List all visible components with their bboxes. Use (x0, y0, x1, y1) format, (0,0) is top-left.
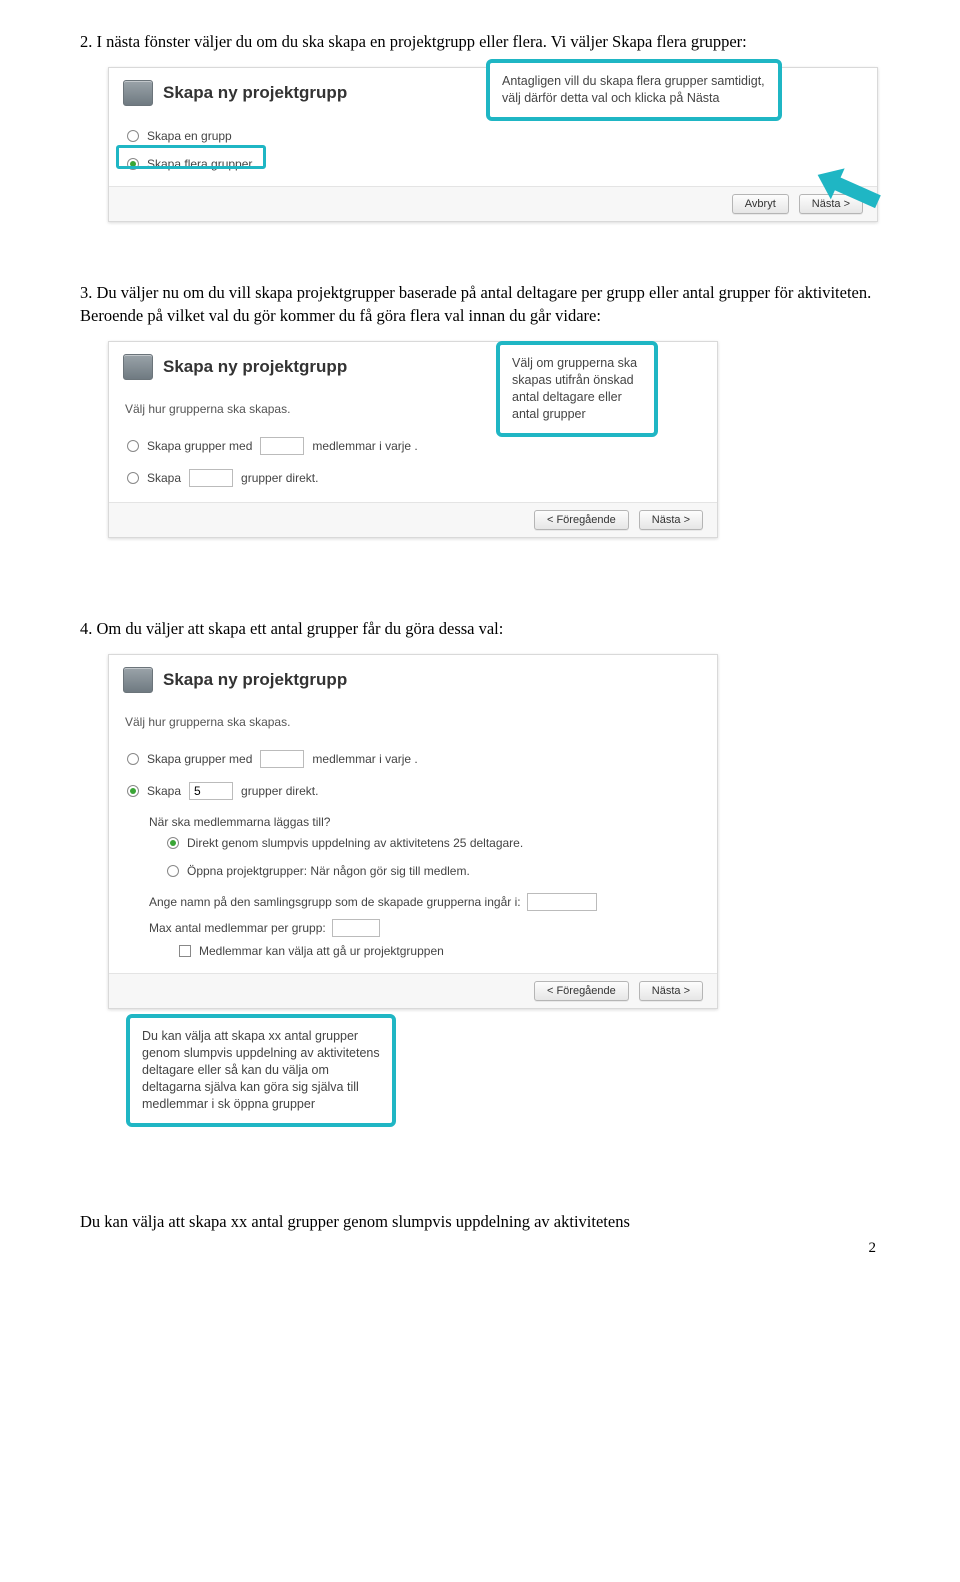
option-label: Medlemmar kan välja att gå ur projektgru… (199, 944, 444, 958)
option-members-per-group[interactable]: Skapa grupper med medlemmar i varje . (123, 743, 703, 775)
label-part: grupper direkt. (241, 784, 318, 798)
callout: Välj om grupperna ska skapas utifrån öns… (496, 341, 658, 437)
prev-button[interactable]: < Föregående (534, 981, 629, 1001)
paragraph-text: Du kan välja att skapa xx antal grupper … (80, 1212, 630, 1231)
cancel-button[interactable]: Avbryt (732, 194, 789, 214)
option-label: Direkt genom slumpvis uppdelning av akti… (187, 836, 523, 850)
projectgroup-icon (123, 667, 153, 693)
screenshot-2: Skapa ny projektgrupp Välj hur grupperna… (108, 341, 880, 581)
button-bar: Avbryt Nästa > (109, 186, 877, 221)
label-part: Skapa grupper med (147, 439, 252, 453)
panel-title: Skapa ny projektgrupp (163, 670, 347, 690)
collection-name-label: Ange namn på den samlingsgrupp som de sk… (123, 893, 703, 911)
when-question: När ska medlemmarna läggas till? (123, 815, 703, 829)
collection-name-input[interactable] (527, 893, 597, 911)
label-part: medlemmar i varje . (312, 752, 417, 766)
option-open-groups[interactable]: Öppna projektgrupper: När någon gör sig … (123, 857, 703, 885)
members-input[interactable] (260, 437, 304, 455)
option-groups-direct[interactable]: Skapa grupper direkt. (123, 775, 703, 807)
paragraph-trailing: Du kan välja att skapa xx antal grupper … (80, 1210, 880, 1233)
option-members-can-leave[interactable]: Medlemmar kan välja att gå ur projektgru… (123, 937, 703, 965)
callout: Antagligen vill du skapa flera grupper s… (486, 59, 782, 121)
button-bar: < Föregående Nästa > (109, 973, 717, 1008)
max-members-label: Max antal medlemmar per grupp: (123, 919, 703, 937)
panel-title: Skapa ny projektgrupp (163, 357, 347, 377)
list-number: 4. (80, 619, 92, 638)
callout-text: Antagligen vill du skapa flera grupper s… (502, 74, 765, 105)
screenshot-1: Skapa ny projektgrupp Skapa en grupp Ska… (108, 67, 880, 245)
radio-icon (127, 785, 139, 797)
max-members-input[interactable] (332, 919, 380, 937)
groups-input[interactable] (189, 782, 233, 800)
radio-icon (127, 440, 139, 452)
label-part: Skapa grupper med (147, 752, 252, 766)
radio-icon (127, 753, 139, 765)
projectgroup-icon (123, 80, 153, 106)
panel-header: Skapa ny projektgrupp (109, 655, 717, 699)
highlight-box (116, 145, 266, 169)
next-button[interactable]: Nästa > (639, 981, 703, 1001)
groups-input[interactable] (189, 469, 233, 487)
list-number: 3. (80, 283, 92, 302)
panel-title: Skapa ny projektgrupp (163, 83, 347, 103)
radio-icon (167, 865, 179, 877)
paragraph-text: Du väljer nu om du vill skapa projektgru… (80, 283, 871, 325)
button-bar: < Föregående Nästa > (109, 502, 717, 537)
paragraph-text: Om du väljer att skapa ett antal grupper… (97, 619, 504, 638)
paragraph-3: 3. Du väljer nu om du vill skapa projekt… (80, 281, 880, 327)
checkbox-icon (179, 945, 191, 957)
paragraph-text: I nästa fönster väljer du om du ska skap… (97, 32, 747, 51)
callout-text: Du kan välja att skapa xx antal grupper … (142, 1029, 380, 1111)
label-part: Skapa (147, 471, 181, 485)
callout: Du kan välja att skapa xx antal grupper … (126, 1014, 396, 1126)
next-button[interactable]: Nästa > (639, 510, 703, 530)
option-groups-direct[interactable]: Skapa grupper direkt. (123, 462, 703, 494)
radio-icon (127, 472, 139, 484)
label-text: Ange namn på den samlingsgrupp som de sk… (149, 895, 521, 909)
radio-icon (167, 837, 179, 849)
paragraph-4: 4. Om du väljer att skapa ett antal grup… (80, 617, 880, 640)
option-label: Skapa en grupp (147, 129, 232, 143)
page-number: 2 (869, 1240, 877, 1257)
option-add-direct[interactable]: Direkt genom slumpvis uppdelning av akti… (123, 829, 703, 857)
label-part: Skapa (147, 784, 181, 798)
projectgroup-icon (123, 354, 153, 380)
screenshot-3: Skapa ny projektgrupp Välj hur grupperna… (108, 654, 880, 1174)
label-text: Max antal medlemmar per grupp: (149, 921, 326, 935)
prev-button[interactable]: < Föregående (534, 510, 629, 530)
callout-text: Välj om grupperna ska skapas utifrån öns… (512, 356, 637, 421)
label-part: medlemmar i varje . (312, 439, 417, 453)
paragraph-2: 2. I nästa fönster väljer du om du ska s… (80, 30, 880, 53)
label-part: grupper direkt. (241, 471, 318, 485)
radio-icon (127, 130, 139, 142)
option-label: Öppna projektgrupper: När någon gör sig … (187, 864, 470, 878)
list-number: 2. (80, 32, 92, 51)
panel-help: Välj hur grupperna ska skapas. (125, 715, 703, 729)
members-input[interactable] (260, 750, 304, 768)
